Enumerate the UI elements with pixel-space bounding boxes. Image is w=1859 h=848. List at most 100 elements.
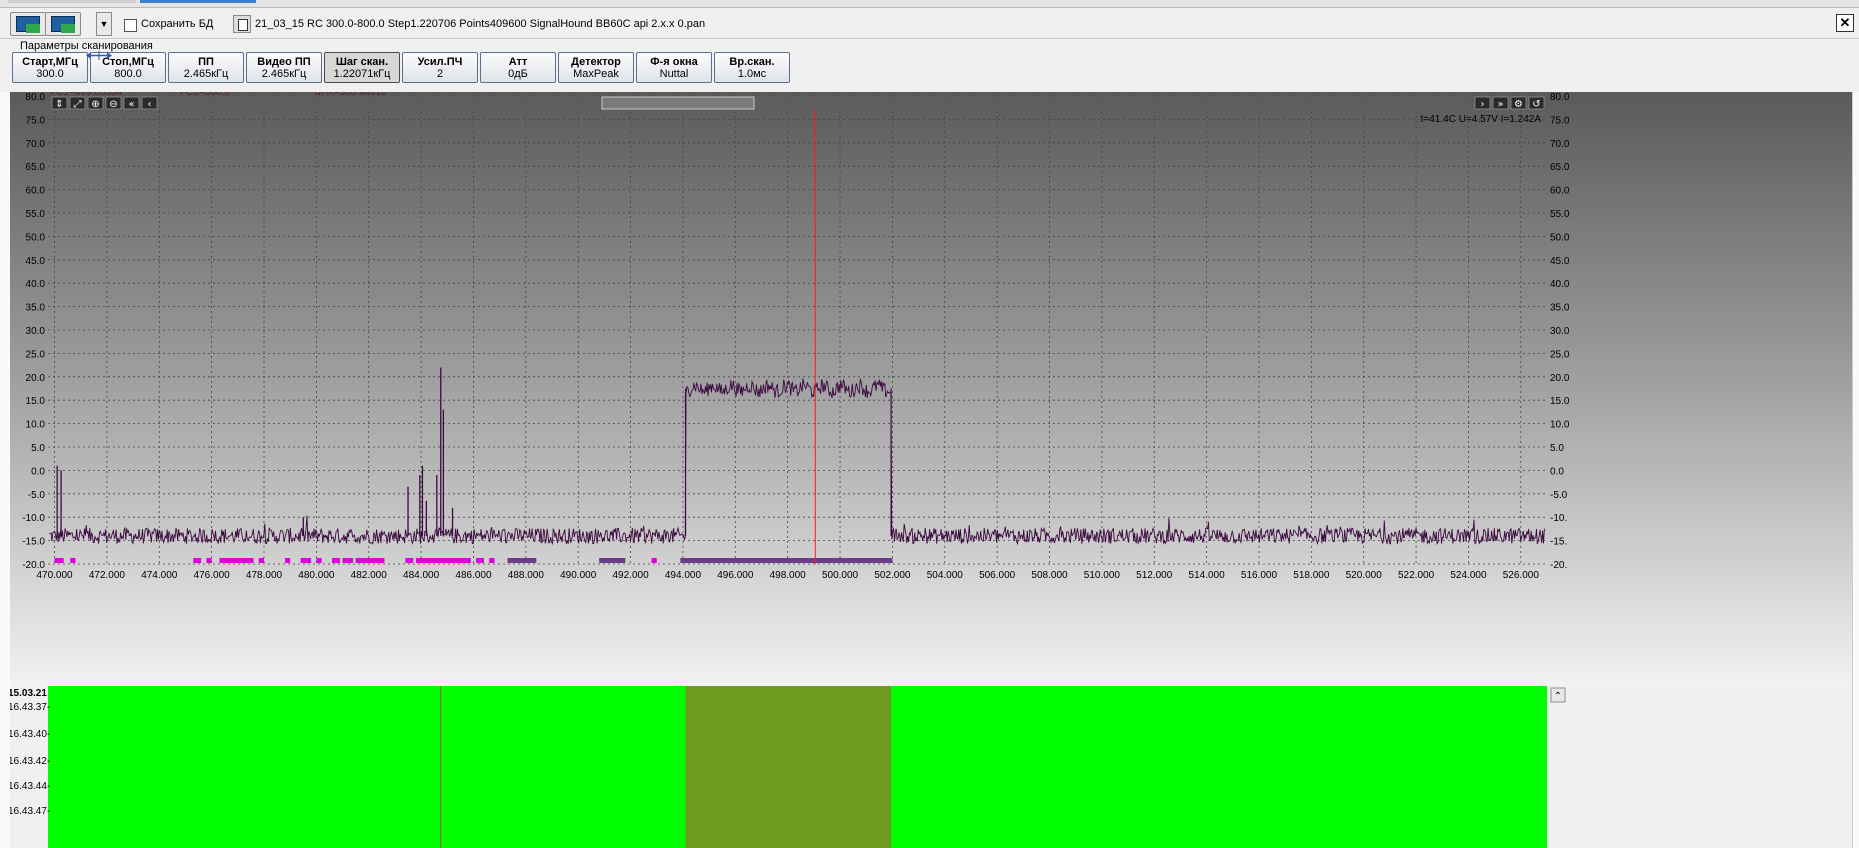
top-tab-strip bbox=[0, 0, 1859, 8]
activity-bar bbox=[405, 558, 414, 563]
y-tick-label-right: 35.0 bbox=[1550, 303, 1570, 314]
y-tick-label-left: 5.0 bbox=[31, 443, 45, 454]
activity-bar bbox=[300, 558, 312, 563]
y-tick-label-right: 25.0 bbox=[1550, 349, 1570, 360]
y-tick-label-right: 45.0 bbox=[1550, 256, 1570, 267]
file-name: 21_03_15 RC 300.0-800.0 Step1.220706 Poi… bbox=[255, 18, 706, 30]
marker-fc1-label: FC1=499.05384 bbox=[50, 92, 122, 98]
y-tick-label-right: -20. bbox=[1550, 560, 1567, 571]
menu-dropdown-button[interactable]: ▼ bbox=[96, 12, 112, 36]
spectrum-chart[interactable]: 80.0 80.0 75.0 75.0 70.0 70.0 65.0 65.0 60.0 60.0… bbox=[10, 92, 1852, 686]
waterfall-time-label: 16.43.42- bbox=[10, 756, 50, 767]
settings-icon-glyph: ⚙ bbox=[1514, 99, 1523, 110]
close-icon: ✕ bbox=[1839, 15, 1851, 30]
device-status: t=41.4C U=4.57V I=1.242A bbox=[1421, 114, 1542, 125]
scan-param-button[interactable]: Ф-я окна Nuttal bbox=[636, 52, 712, 83]
activity-bar bbox=[206, 558, 212, 563]
marker-dfk-label: dFK=300.94616 bbox=[315, 92, 387, 98]
activity-bar bbox=[651, 558, 657, 563]
scan-param-label: Видео ПП bbox=[257, 56, 311, 68]
activity-bar bbox=[507, 558, 537, 563]
y-tick-label-right: 20.0 bbox=[1550, 373, 1570, 384]
y-tick-label-right: 80.0 bbox=[1550, 92, 1570, 103]
y-tick-label-right: 5.0 bbox=[1550, 443, 1564, 454]
scan-param-button[interactable]: Детектор MaxPeak bbox=[558, 52, 634, 83]
activity-bar bbox=[316, 558, 322, 563]
activity-bar bbox=[599, 558, 626, 563]
scan-param-value: MaxPeak bbox=[573, 68, 619, 80]
save-db-checkbox[interactable] bbox=[124, 19, 137, 32]
scan-param-button[interactable]: Видео ПП 2.465кГц bbox=[246, 52, 322, 83]
activity-bar bbox=[284, 558, 291, 563]
scan-param-value: Nuttal bbox=[659, 68, 689, 80]
scan-param-label: Шаг скан. bbox=[335, 56, 389, 68]
waterfall-time-label: 16.43.47- bbox=[10, 806, 50, 817]
scan-param-button[interactable]: Вр.скан. 1.0мс bbox=[714, 52, 790, 83]
y-tick-label-left: 80.0 bbox=[26, 92, 46, 103]
scan-param-button[interactable]: Атт 0дБ bbox=[480, 52, 556, 83]
activity-bar bbox=[332, 558, 340, 563]
scan-param-value: 2 bbox=[436, 68, 444, 80]
y-tick-label-right: 30.0 bbox=[1550, 326, 1570, 337]
waterfall-panel[interactable]: 15.03.21 16.43.37- 16.43.40- 16.43.42- 16.43… bbox=[10, 686, 1852, 848]
close-button[interactable]: ✕ bbox=[1836, 14, 1854, 32]
y-tick-label-left: 75.0 bbox=[26, 115, 46, 126]
scan-param-value: 0дБ bbox=[508, 68, 528, 80]
waterfall-band bbox=[685, 686, 892, 848]
y-tick-label-left: 0.0 bbox=[31, 466, 45, 477]
scan-parameters-panel: Параметры сканирования Старт,МГц 300.0 Сто… bbox=[12, 40, 1857, 86]
zoom-fit-icon-glyph: ⤢ bbox=[74, 99, 82, 110]
zoom-fit-vertical-icon-glyph: ⇕ bbox=[55, 99, 63, 110]
device-icon bbox=[51, 16, 75, 33]
scan-param-value: 300.0 bbox=[36, 68, 64, 80]
waterfall-chart[interactable]: 15.03.21 16.43.37- 16.43.40- 16.43.42- 16.43… bbox=[10, 686, 1852, 848]
chart-scroll-strip bbox=[50, 96, 1545, 110]
y-tick-label-right: -15. bbox=[1550, 537, 1567, 548]
y-tick-label-right: 65.0 bbox=[1550, 162, 1570, 173]
y-tick-label-left: 45.0 bbox=[26, 256, 46, 267]
y-tick-label-right: 70.0 bbox=[1550, 139, 1570, 150]
activity-bar bbox=[54, 558, 64, 563]
y-tick-label-right: 40.0 bbox=[1550, 279, 1570, 290]
y-tick-label-right: 75.0 bbox=[1550, 115, 1570, 126]
y-tick-label-right: 50.0 bbox=[1550, 232, 1570, 243]
device-connect-button[interactable] bbox=[45, 12, 81, 36]
scan-param-button[interactable]: ПП 2.465кГц bbox=[168, 52, 244, 83]
waterfall-time-label: 16.43.44- bbox=[10, 781, 50, 792]
y-tick-label-left: 35.0 bbox=[26, 303, 46, 314]
activity-bar bbox=[476, 558, 484, 563]
scan-param-value: 1.22071кГц bbox=[333, 68, 391, 80]
y-tick-label-left: 60.0 bbox=[26, 186, 46, 197]
app-window: ▼ Сохранить БД 21_03_15 RC 300.0-800.0 S… bbox=[0, 0, 1859, 848]
marker-fc2-label: FC2=800.0 bbox=[180, 92, 230, 98]
y-tick-label-right: 10.0 bbox=[1550, 420, 1570, 431]
file-icon[interactable] bbox=[233, 15, 251, 33]
y-tick-label-left: 10.0 bbox=[26, 420, 46, 431]
waterfall-time-label: 16.43.40- bbox=[10, 729, 50, 740]
chevron-down-icon: ▼ bbox=[99, 19, 109, 29]
scan-param-label: Старт,МГц bbox=[22, 56, 78, 68]
y-tick-label-left: 20.0 bbox=[26, 373, 46, 384]
scan-param-button[interactable]: Шаг скан. 1.22071кГц bbox=[324, 52, 400, 83]
plot-background bbox=[10, 92, 1852, 686]
y-tick-label-right: 60.0 bbox=[1550, 186, 1570, 197]
scroll-prev-icon-glyph: ‹ bbox=[148, 99, 152, 110]
activity-bar bbox=[258, 558, 265, 563]
y-tick-label-left: 25.0 bbox=[26, 349, 46, 360]
y-tick-label-right: 55.0 bbox=[1550, 209, 1570, 220]
y-tick-label-right: -10. bbox=[1550, 513, 1567, 524]
y-tick-label-left: 30.0 bbox=[26, 326, 46, 337]
open-file-button[interactable] bbox=[10, 12, 46, 36]
y-tick-label-left: 55.0 bbox=[26, 209, 46, 220]
activity-bar bbox=[342, 558, 354, 563]
activity-bar bbox=[489, 558, 495, 563]
spectrum-panel[interactable]: 80.0 80.0 75.0 75.0 70.0 70.0 65.0 65.0 60.0 60.0… bbox=[10, 92, 1852, 686]
scan-param-button[interactable]: Старт,МГц 300.0 bbox=[12, 52, 88, 83]
scan-param-button[interactable]: Усил.ПЧ 2 bbox=[402, 52, 478, 83]
scroll-thumb bbox=[601, 96, 755, 110]
waterfall-time-label: 16.43.37- bbox=[10, 702, 50, 713]
left-edge bbox=[0, 92, 10, 848]
y-tick-label-right: 15.0 bbox=[1550, 396, 1570, 407]
y-tick-label-left: 65.0 bbox=[26, 162, 46, 173]
scan-param-label: ПП bbox=[198, 56, 214, 68]
